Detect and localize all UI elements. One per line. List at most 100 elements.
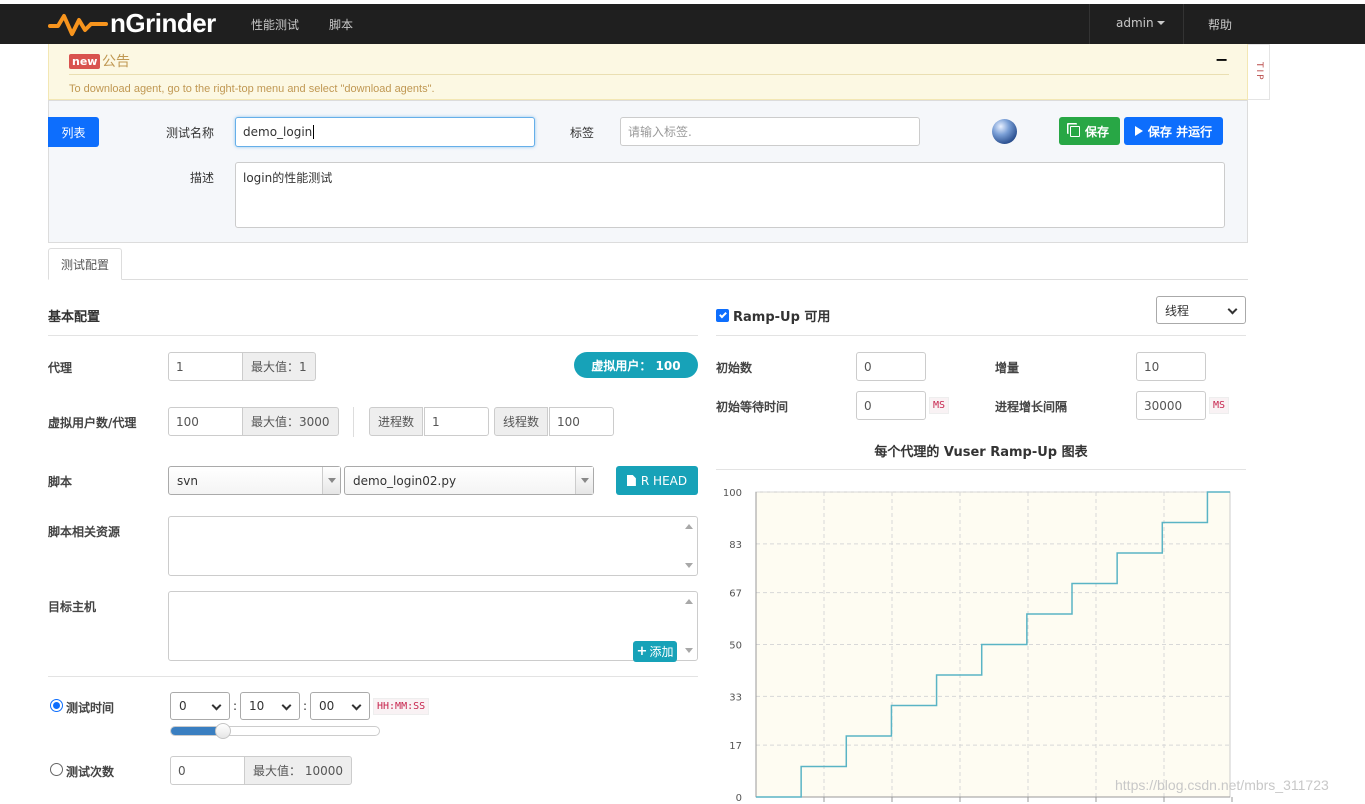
notice-panel: new 公告 − To download agent, go to the ri… xyxy=(48,44,1248,100)
tab-test-config-label: 测试配置 xyxy=(60,257,109,272)
chevron-down-icon xyxy=(281,700,292,711)
ngrinder-logo[interactable]: nGrinder xyxy=(48,8,228,40)
agent-count-input[interactable]: 1 xyxy=(168,352,243,381)
resources-label: 脚本相关资源 xyxy=(48,525,121,539)
initial-wait-unit: MS xyxy=(929,397,950,414)
thread-value: 100 xyxy=(557,414,580,429)
interval-unit: MS xyxy=(1209,397,1230,414)
initial-count-input[interactable]: 0 xyxy=(856,352,926,381)
tab-test-config[interactable]: 测试配置 xyxy=(48,248,122,280)
plus-icon: + xyxy=(636,644,648,659)
notice-divider xyxy=(69,74,1229,75)
collapse-icon[interactable]: − xyxy=(1215,50,1228,69)
section-divider xyxy=(48,676,698,677)
initial-wait-label: 初始等待时间 xyxy=(716,400,789,414)
dropdown-arrow-icon xyxy=(575,467,593,494)
increment-label: 增量 xyxy=(995,361,1020,375)
vuser-total-badge: 虚拟用户： 100 xyxy=(574,352,698,378)
chart-title-divider xyxy=(716,469,1246,470)
description-textarea[interactable]: login的性能测试 xyxy=(235,162,1225,228)
rampup-divider xyxy=(716,335,1246,336)
tag-input[interactable]: 请输入标签. xyxy=(620,117,920,146)
agent-max-addon: 最大值：1 xyxy=(242,352,316,381)
new-badge: new xyxy=(69,54,101,69)
save-button[interactable]: 保存 xyxy=(1059,117,1120,145)
process-addon: 进程数 xyxy=(369,407,424,436)
rampup-chart-title: 每个代理的 Vuser Ramp-Up 图表 xyxy=(874,445,1088,460)
vuser-total-text: 虚拟用户： 100 xyxy=(591,358,681,373)
chart-y-tick-label: 67 xyxy=(729,589,742,600)
chevron-down-icon xyxy=(1227,304,1238,315)
target-host-textarea[interactable] xyxy=(168,591,698,661)
nav-perf-test[interactable]: 性能测试 xyxy=(251,16,299,33)
duration-hours-select[interactable]: 0 xyxy=(170,692,230,720)
interval-input[interactable]: 30000 xyxy=(1136,391,1206,420)
vuser-per-agent-value: 100 xyxy=(176,414,199,429)
thread-input[interactable]: 100 xyxy=(549,407,614,436)
basic-config-divider xyxy=(48,335,698,336)
save-button-label: 保存 xyxy=(1084,124,1109,139)
run-count-max-text: 最大值： 10000 xyxy=(253,764,343,778)
chart-y-tick-label: 50 xyxy=(729,641,742,652)
file-icon xyxy=(626,475,636,486)
rampup-type-select[interactable]: 线程 xyxy=(1156,296,1246,324)
chart-y-tick-label: 100 xyxy=(723,488,742,499)
user-menu[interactable]: admin xyxy=(1116,16,1165,30)
save-and-run-button[interactable]: 保存 并运行 xyxy=(1124,117,1223,145)
thread-addon: 线程数 xyxy=(494,407,549,436)
add-host-button[interactable]: + 添加 xyxy=(633,641,677,662)
interval-label: 进程增长间隔 xyxy=(995,400,1068,414)
status-ball-icon xyxy=(992,119,1017,144)
vuser-max-addon: 最大值：3000 xyxy=(242,407,339,436)
nav-help[interactable]: 帮助 xyxy=(1208,16,1232,33)
run-count-radio[interactable] xyxy=(50,763,63,776)
vuser-per-agent-input[interactable]: 100 xyxy=(168,407,243,436)
basic-config-title: 基本配置 xyxy=(48,310,101,325)
run-count-label: 测试次数 xyxy=(66,765,115,779)
process-input[interactable]: 1 xyxy=(424,407,489,436)
agent-label: 代理 xyxy=(48,361,73,375)
duration-radio[interactable] xyxy=(50,699,63,712)
increment-value: 10 xyxy=(1144,359,1160,374)
dropdown-arrow-icon xyxy=(322,467,340,494)
run-count-max-addon: 最大值： 10000 xyxy=(244,756,352,785)
test-header-form: 列表 测试名称 demo_login 标签 请输入标签. 保存 保存 并运行 描… xyxy=(48,100,1248,243)
r-head-button[interactable]: R HEAD xyxy=(616,466,698,495)
list-button[interactable]: 列表 xyxy=(48,117,99,147)
run-count-input[interactable]: 0 xyxy=(170,756,245,785)
chart-y-tick-label: 17 xyxy=(729,741,742,752)
time-colon: : xyxy=(233,699,238,713)
scrollbar[interactable] xyxy=(681,592,697,660)
resources-textarea[interactable] xyxy=(168,516,698,576)
rampup-checkbox[interactable] xyxy=(716,309,729,322)
test-name-label: 测试名称 xyxy=(166,126,215,140)
play-icon xyxy=(1134,126,1143,136)
nav-divider xyxy=(1089,4,1090,44)
initial-wait-input[interactable]: 0 xyxy=(856,391,926,420)
duration-slider-handle[interactable] xyxy=(215,723,231,739)
tip-tab[interactable]: TIP xyxy=(1248,44,1270,100)
script-file-value: demo_login02.py xyxy=(353,473,457,488)
duration-seconds-value: 00 xyxy=(319,699,335,713)
text-cursor xyxy=(313,125,315,139)
increment-input[interactable]: 10 xyxy=(1136,352,1206,381)
test-name-input[interactable]: demo_login xyxy=(235,117,535,147)
test-name-value: demo_login xyxy=(243,125,313,139)
duration-minutes-value: 10 xyxy=(249,699,265,713)
scrollbar[interactable] xyxy=(681,517,697,575)
script-file-dropdown[interactable]: demo_login02.py xyxy=(344,466,594,495)
script-repo-dropdown[interactable]: svn xyxy=(168,466,341,495)
duration-seconds-select[interactable]: 00 xyxy=(310,692,370,720)
caret-down-icon xyxy=(1156,21,1165,25)
duration-hours-value: 0 xyxy=(179,699,187,713)
initial-count-value: 0 xyxy=(864,359,872,374)
script-repo-value: svn xyxy=(177,473,198,488)
nav-divider xyxy=(1183,4,1184,44)
duration-minutes-select[interactable]: 10 xyxy=(240,692,300,720)
nav-script[interactable]: 脚本 xyxy=(329,16,353,33)
duration-slider[interactable] xyxy=(170,723,380,739)
check-icon xyxy=(718,310,727,319)
add-host-label: 添加 xyxy=(649,645,674,659)
brand-name: nGrinder xyxy=(110,8,216,38)
initial-count-label: 初始数 xyxy=(716,361,753,375)
